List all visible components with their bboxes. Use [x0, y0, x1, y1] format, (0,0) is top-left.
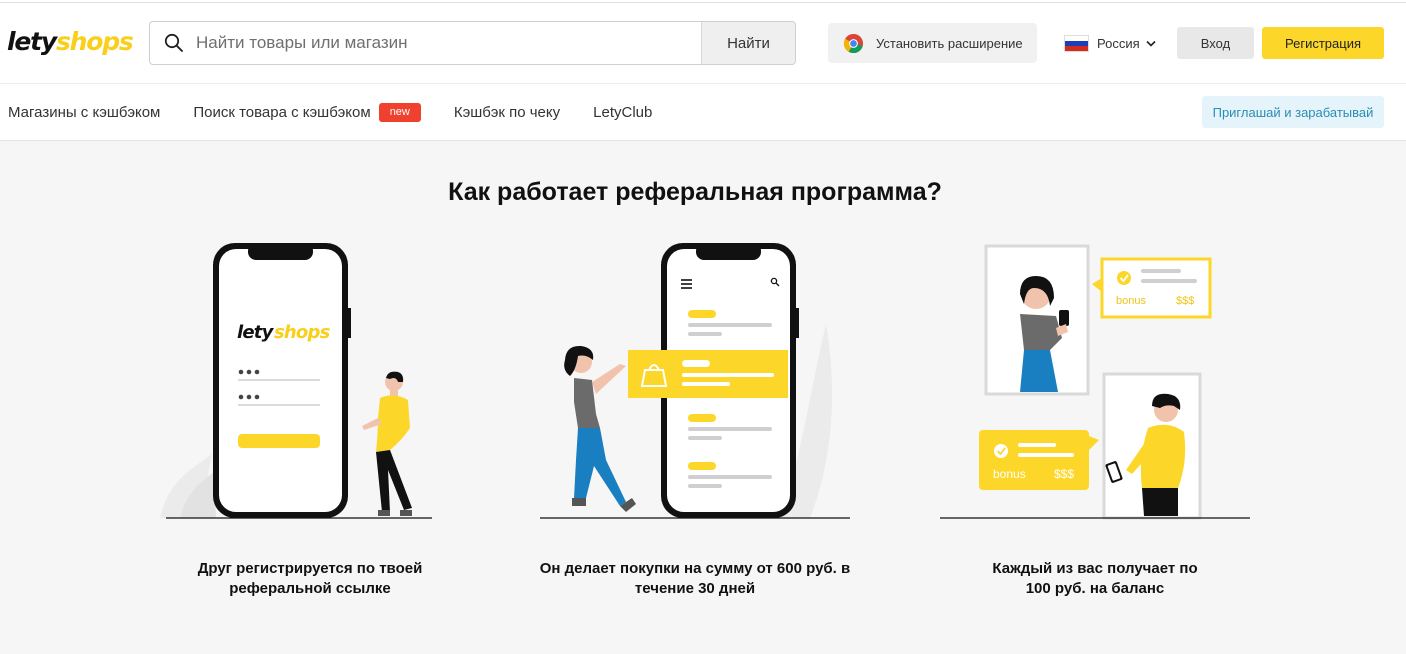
search-button[interactable]: Найти [701, 22, 795, 64]
phone-logo-shops: shops [274, 322, 331, 343]
new-badge: new [378, 102, 421, 122]
phone-logo-lety: lety [237, 322, 275, 343]
step-caption-2: Он делает покупки на сумму от 600 руб. в… [510, 559, 880, 599]
nav-item-label: Кэшбэк по чеку [453, 103, 561, 121]
install-extension-button[interactable]: Установить расширение [828, 23, 1037, 63]
nav-item-label: Магазины с кэшбэком [8, 103, 161, 121]
russia-flag-icon [1064, 34, 1089, 52]
search-input[interactable] [196, 22, 746, 64]
header-divider [0, 83, 1406, 84]
top-divider [0, 2, 1406, 3]
step-caption-line: 100 руб. на баланс [1025, 580, 1165, 597]
nav-item-label: LetyClub [593, 103, 653, 121]
search-icon [164, 33, 183, 52]
search-bar: Найти [149, 21, 796, 65]
step-caption-1: Друг регистрируется по твоей реферальной… [140, 559, 480, 599]
region-selector[interactable]: Россия [1064, 30, 1156, 56]
bonus-value-top: $$$ [1176, 295, 1194, 307]
nav-divider [0, 140, 1406, 141]
logo-text-shops: shops [55, 27, 134, 56]
nav-item-cashback-stores[interactable]: Магазины с кэшбэком [8, 104, 160, 121]
step-caption-line: Он делает покупки на сумму от 600 руб. в [539, 560, 851, 577]
step-caption-line: Каждый из вас получает по [992, 560, 1198, 577]
bonus-value-bottom: $$$ [1054, 467, 1074, 481]
letyshops-logo[interactable]: letyshops [7, 26, 134, 58]
login-button[interactable]: Вход [1177, 27, 1254, 59]
register-button[interactable]: Регистрация [1262, 27, 1384, 59]
step-caption-line: течение 30 дней [634, 580, 756, 597]
bonus-label-bottom: bonus [993, 467, 1026, 481]
region-label: Россия [1097, 35, 1140, 51]
chevron-down-icon [1146, 40, 1156, 47]
bonus-label-top: bonus [1116, 295, 1146, 307]
step-caption-3: Каждый из вас получает по 100 руб. на ба… [925, 559, 1265, 599]
invite-and-earn-button[interactable]: Приглашай и зарабатывай [1202, 96, 1384, 128]
nav-item-letyclub[interactable]: LetyClub [593, 104, 652, 121]
site-header: letyshops Найти Установить расширение Ро… [0, 0, 1406, 141]
install-extension-label: Установить расширение [876, 35, 1023, 51]
friend-shopping-illustration [540, 243, 850, 519]
logo-text-lety: lety [7, 27, 57, 56]
friend-registers-illustration: lety shops [160, 243, 432, 519]
both-receive-bonus-illustration: bonus $$$ bonus $$$ [940, 244, 1250, 520]
nav-item-product-search[interactable]: Поиск товара с кэшбэком new [193, 102, 421, 122]
nav-item-receipt-cashback[interactable]: Кэшбэк по чеку [454, 104, 560, 121]
step-caption-line: реферальной ссылке [229, 580, 391, 597]
page-title: Как работает реферальная программа? [448, 178, 942, 206]
chrome-icon [843, 33, 864, 53]
nav-item-label: Поиск товара с кэшбэком [193, 103, 371, 121]
step-caption-line: Друг регистрируется по твоей [197, 560, 423, 577]
main-nav: Магазины с кэшбэком Поиск товара с кэшбэ… [8, 99, 685, 125]
